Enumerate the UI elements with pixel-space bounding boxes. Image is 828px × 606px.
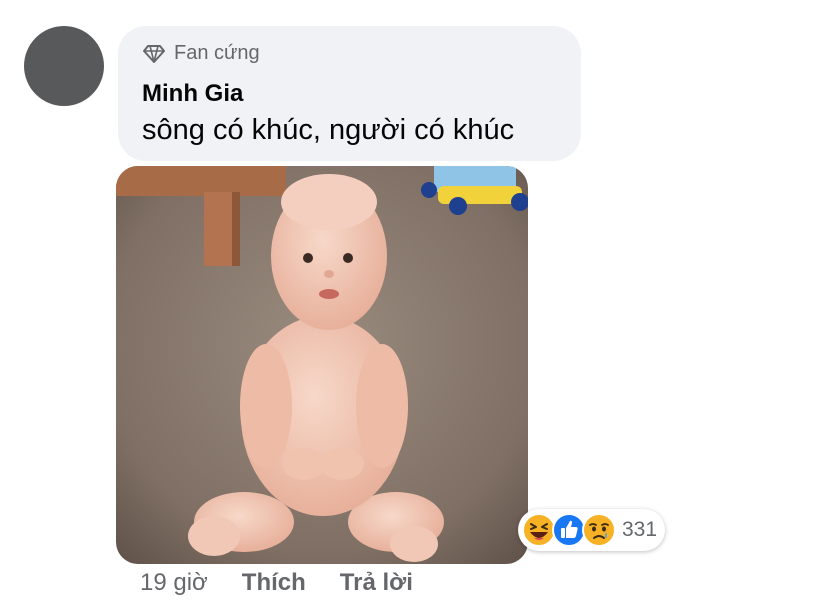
comment-photo[interactable] <box>116 166 528 564</box>
fan-badge-label: Fan cứng <box>174 42 260 64</box>
fan-badge[interactable]: Fan cứng <box>142 42 260 65</box>
comment-avatar[interactable] <box>24 26 104 106</box>
reaction-count: 331 <box>622 518 658 541</box>
reply-button[interactable]: Trả lời <box>340 569 413 597</box>
haha-emoji-icon <box>522 513 556 547</box>
comment-bubble: Fan cứng Minh Gia sông có khúc, người có… <box>118 26 581 161</box>
comment-meta: 19 giờ Thích Trả lời <box>140 569 447 597</box>
sad-emoji-icon <box>582 513 616 547</box>
like-reaction-icon <box>552 513 586 547</box>
comment-timestamp[interactable]: 19 giờ <box>140 569 208 597</box>
comment-author[interactable]: Minh Gia <box>142 80 243 108</box>
comment-text: sông có khúc, người có khúc <box>142 114 515 146</box>
reactions-summary[interactable]: 331 <box>518 509 666 551</box>
diamond-icon <box>142 44 166 64</box>
like-button[interactable]: Thích <box>242 569 306 597</box>
